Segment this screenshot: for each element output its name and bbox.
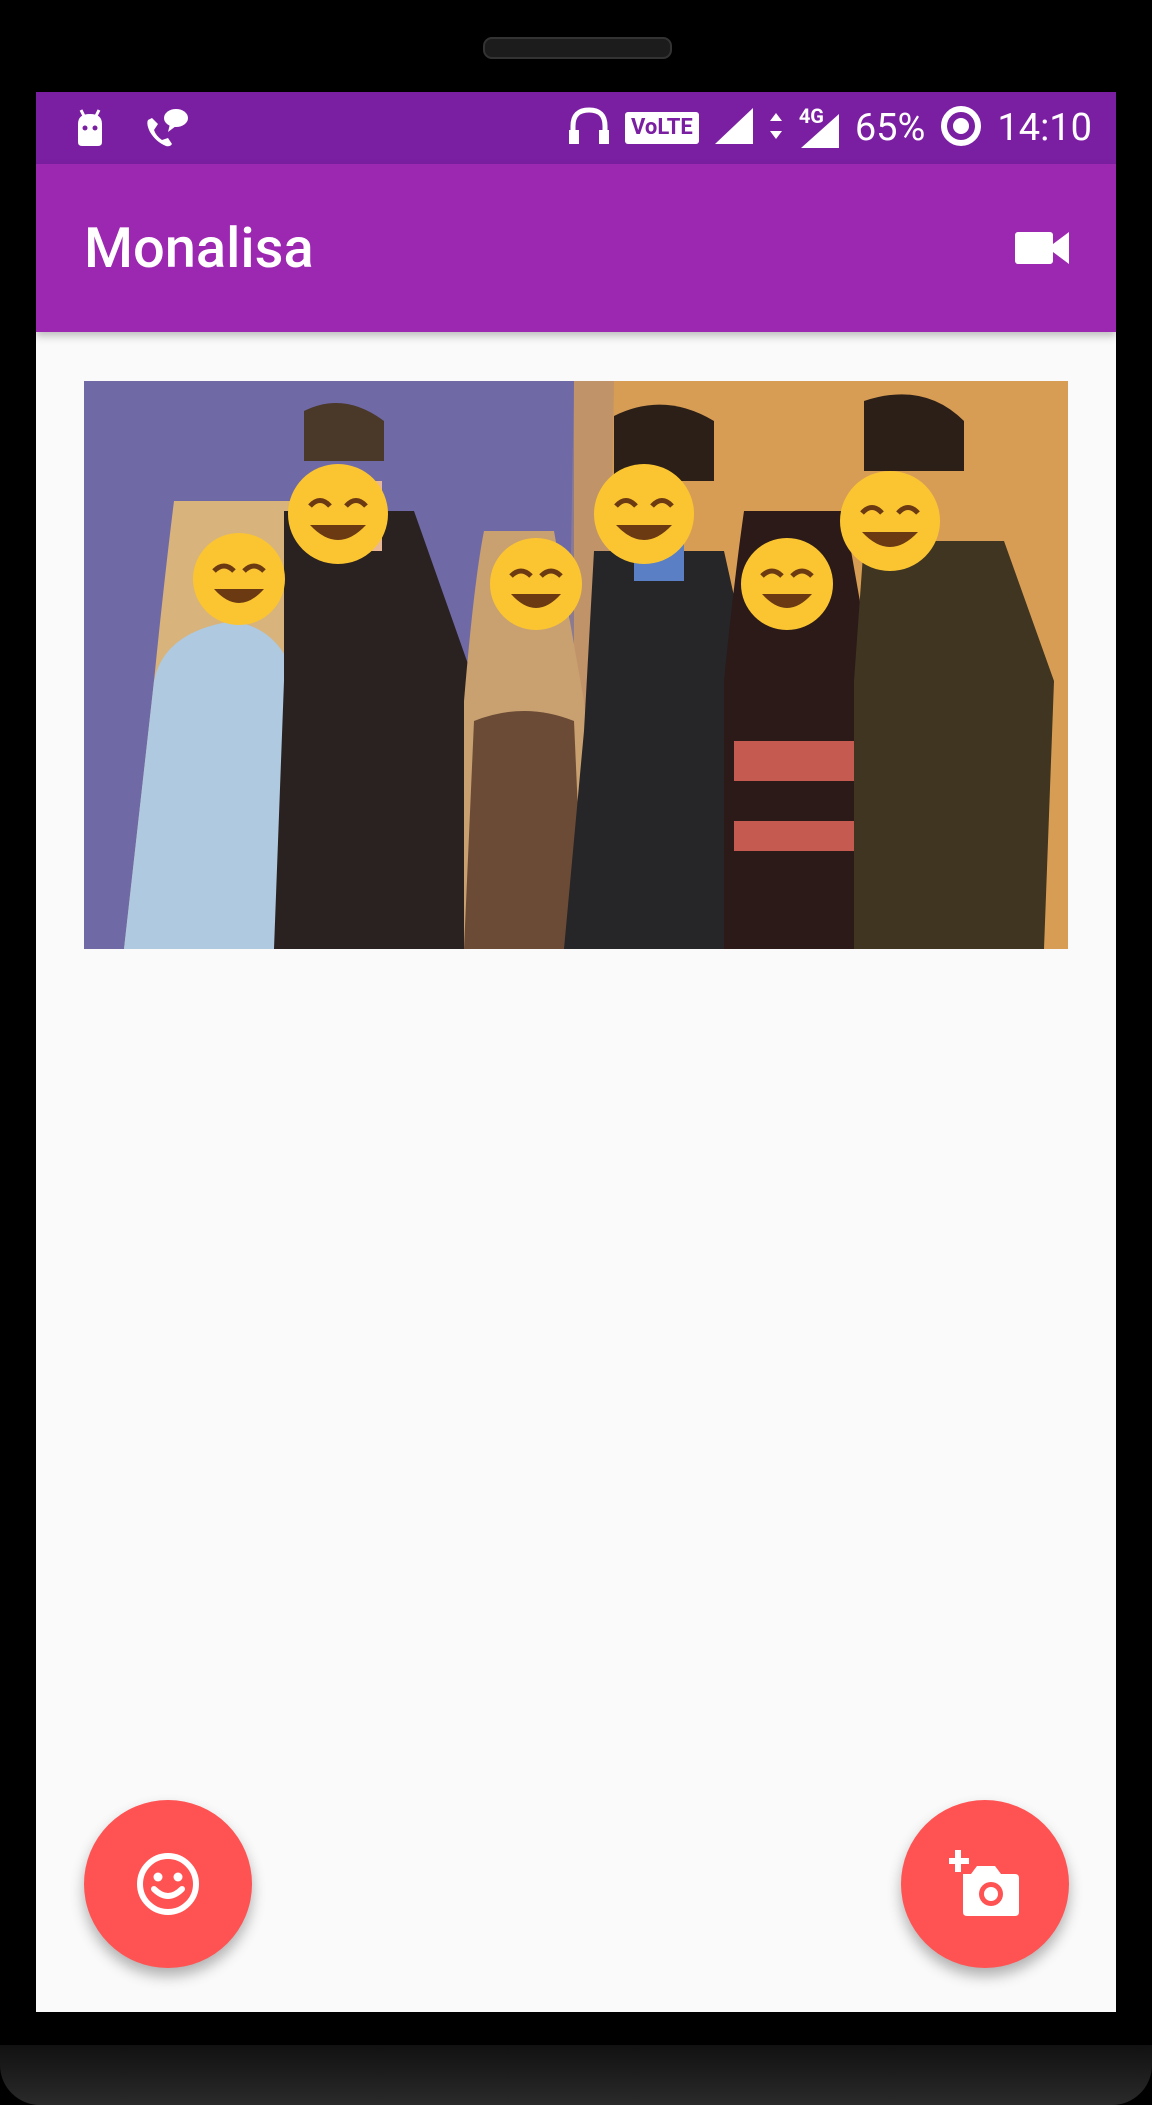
signal-icon: [713, 106, 755, 150]
app-screen: VoLTE 4G 65% 14:10 Monalisa: [36, 92, 1116, 2012]
headset-icon: [567, 106, 611, 150]
status-bar: VoLTE 4G 65% 14:10: [36, 92, 1116, 164]
app-bar: Monalisa: [36, 164, 1116, 332]
clock: 14:10: [997, 106, 1092, 150]
data-arrows-icon: [769, 109, 783, 147]
battery-saver-icon: [939, 104, 983, 152]
network-4g-signal: 4G: [797, 104, 841, 150]
group-photo[interactable]: [84, 381, 1068, 949]
phone-speaker: [483, 37, 672, 59]
video-camera-button[interactable]: [1013, 224, 1073, 272]
wifi-calling-icon: [142, 106, 190, 154]
phone-bottom-bezel: [0, 2045, 1152, 2105]
smiley-face-icon: [137, 1853, 199, 1915]
video-camera-icon: [1015, 232, 1069, 264]
emoji-fab-button[interactable]: [84, 1800, 252, 1968]
add-photo-icon: [949, 1850, 1019, 1916]
app-title: Monalisa: [84, 215, 314, 281]
android-notification-icon: [70, 108, 110, 152]
battery-percent: 65%: [854, 106, 926, 150]
phone-frame: VoLTE 4G 65% 14:10 Monalisa: [0, 0, 1152, 2105]
volte-badge: VoLTE: [625, 112, 699, 144]
add-photo-fab-button[interactable]: [901, 1800, 1069, 1968]
